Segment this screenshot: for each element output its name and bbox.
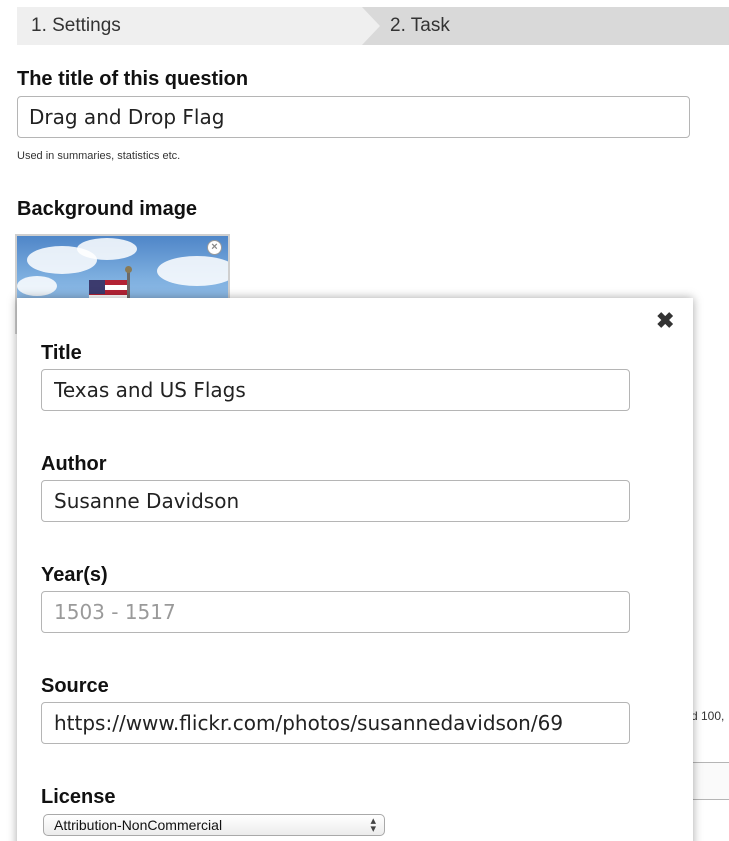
license-label: License bbox=[41, 786, 116, 808]
close-icon[interactable]: ✖ bbox=[656, 310, 674, 332]
step-settings-label: 1. Settings bbox=[31, 15, 121, 36]
cloud bbox=[157, 256, 228, 286]
source-label: Source bbox=[41, 675, 109, 697]
step-task-label[interactable]: 2. Task bbox=[390, 15, 450, 37]
cloud bbox=[77, 238, 137, 260]
author-label: Author bbox=[41, 453, 107, 475]
flag-pole-finial bbox=[125, 266, 132, 273]
image-copyright-dialog: ✖ Title Author Year(s) Source License At… bbox=[17, 298, 693, 841]
select-arrows-icon: ▴ ▾ bbox=[370, 815, 376, 835]
background-image-label: Background image bbox=[17, 198, 198, 220]
remove-image-icon[interactable]: × bbox=[207, 240, 222, 255]
question-title-label: The title of this question bbox=[17, 68, 249, 90]
cloud bbox=[17, 276, 57, 296]
author-input[interactable] bbox=[41, 480, 630, 522]
years-input[interactable] bbox=[41, 591, 630, 633]
image-title-label: Title bbox=[41, 342, 82, 364]
years-label: Year(s) bbox=[41, 564, 108, 586]
step-arrow bbox=[362, 7, 380, 45]
background-text-fragment: d 100, bbox=[691, 709, 725, 723]
license-select-value: Attribution-NonCommercial bbox=[54, 817, 223, 833]
wizard-steps: 1. Settings 2. Task bbox=[17, 7, 729, 45]
image-title-input[interactable] bbox=[41, 369, 630, 411]
background-field-fragment bbox=[691, 762, 729, 800]
step-settings[interactable]: 1. Settings bbox=[17, 7, 362, 45]
source-input[interactable] bbox=[41, 702, 630, 744]
us-flag-canton bbox=[89, 280, 105, 294]
question-title-input[interactable] bbox=[17, 96, 690, 138]
license-select[interactable]: Attribution-NonCommercial ▴ ▾ bbox=[43, 814, 385, 836]
question-title-help: Used in summaries, statistics etc. bbox=[17, 150, 181, 162]
